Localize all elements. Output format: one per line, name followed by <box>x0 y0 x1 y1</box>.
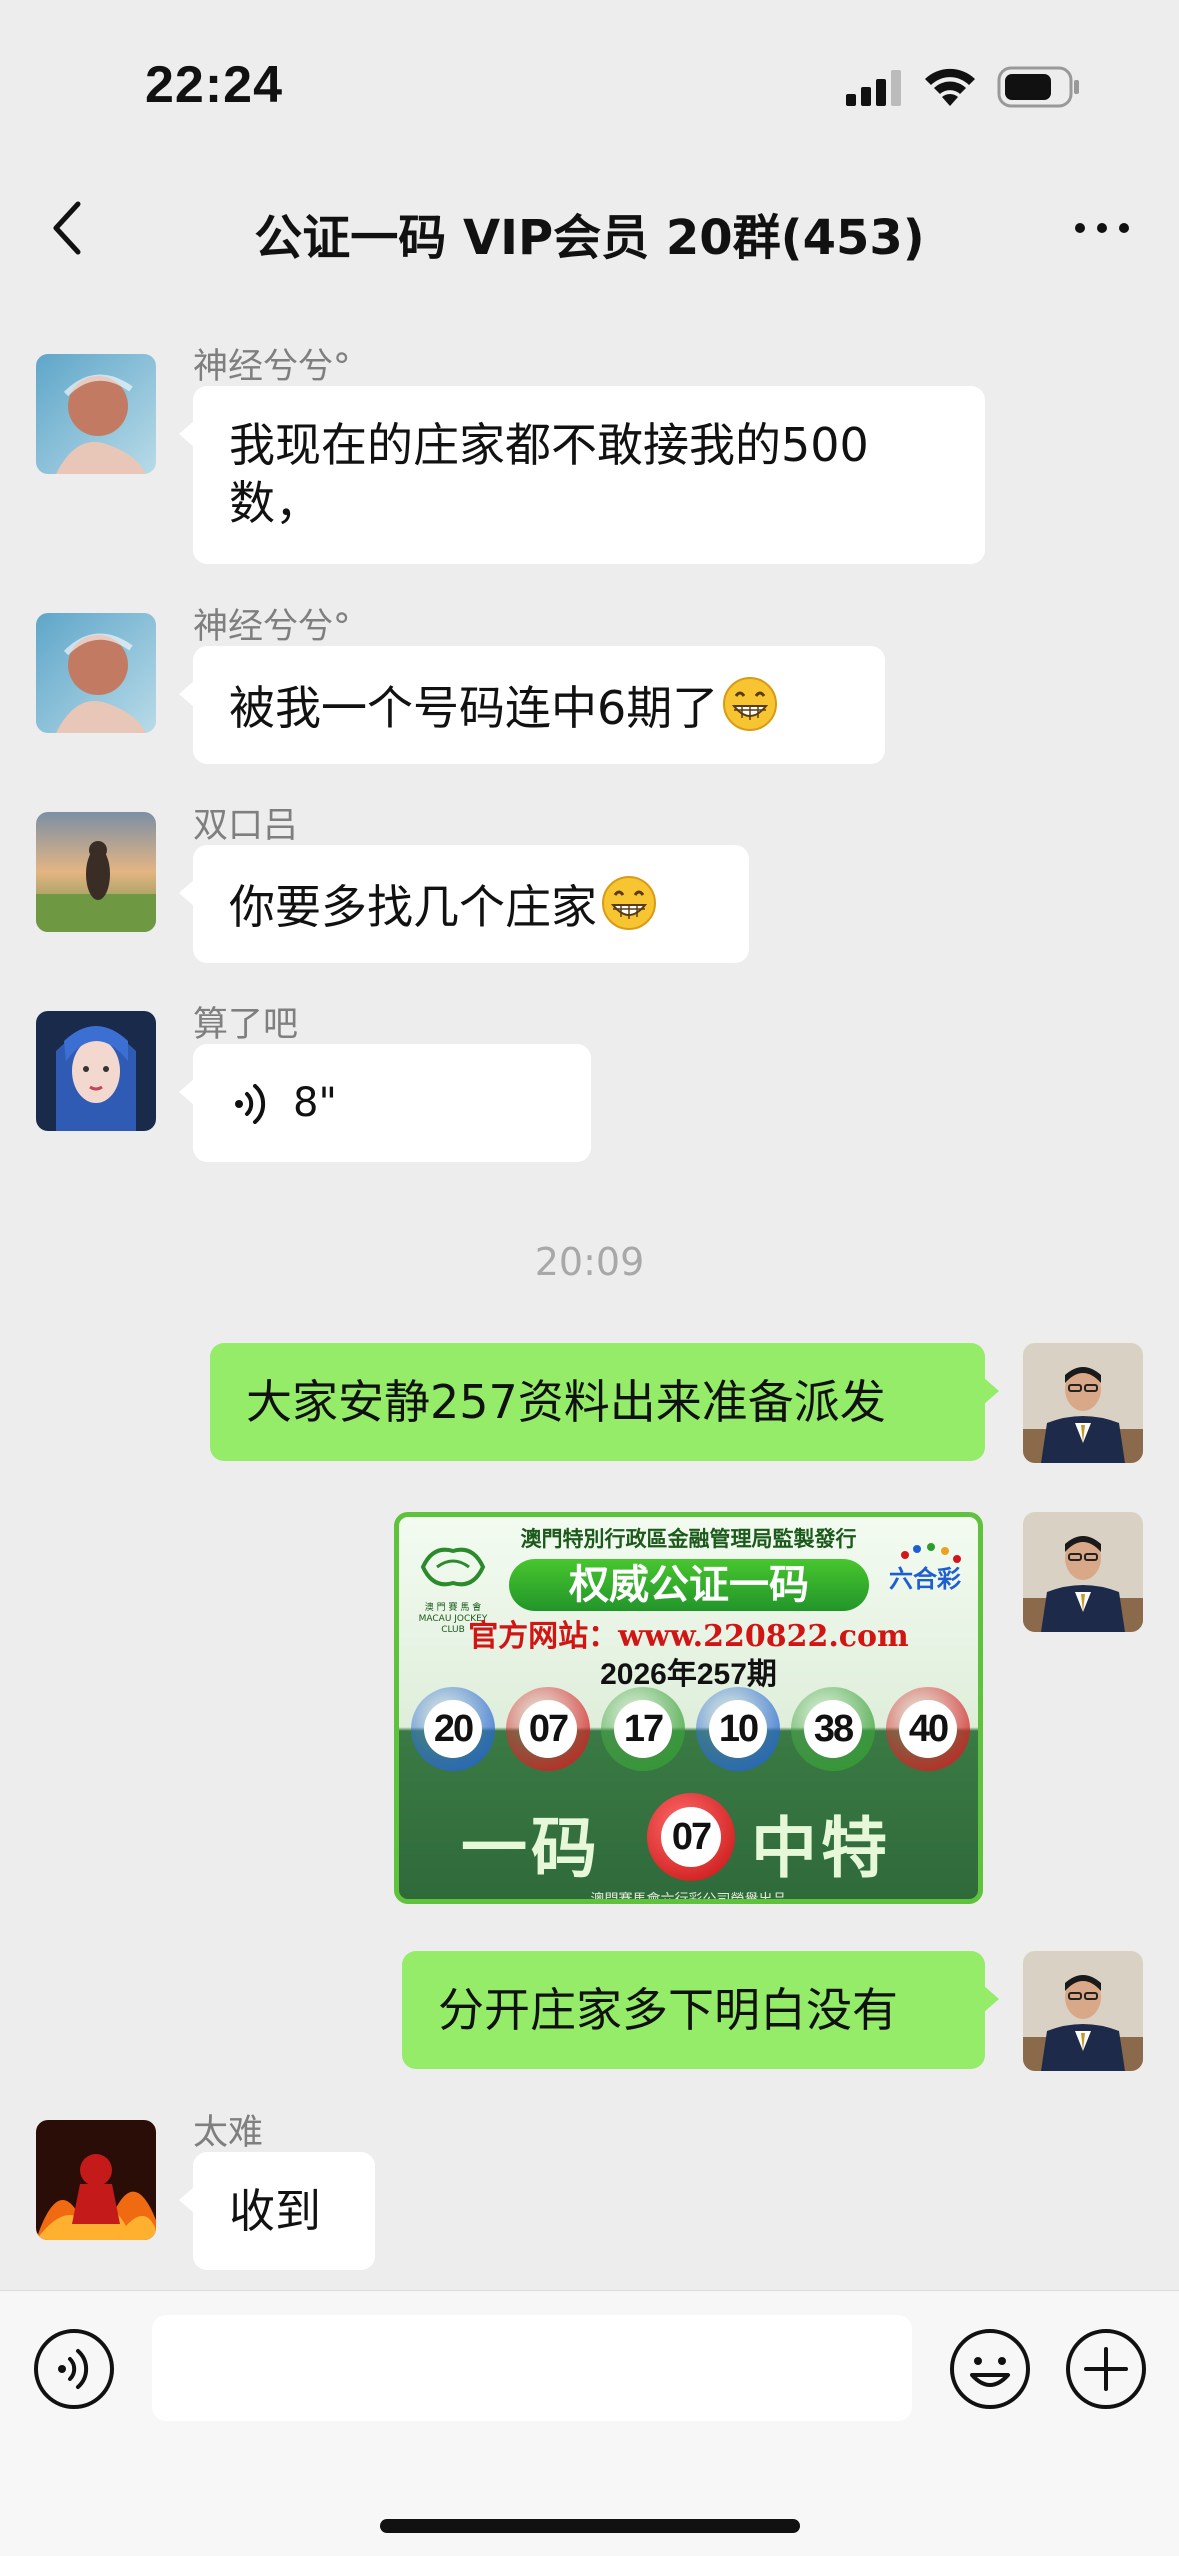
lottery-bottom-panel: 一码 07 中特 <box>399 1785 978 1887</box>
message-text: 我现在的庄家都不敢接我的500数， <box>229 418 869 530</box>
home-indicator <box>380 2519 800 2533</box>
ball-number: 38 <box>804 1700 862 1758</box>
time-divider: 20:09 <box>534 1240 645 1284</box>
status-time: 22:24 <box>145 56 283 114</box>
voice-wave-icon <box>235 1084 266 1124</box>
avatar-self[interactable] <box>1023 1343 1143 1463</box>
message-bubble-outgoing[interactable]: 分开庄家多下明白没有 <box>402 1951 999 2069</box>
lottery-ball: 10 <box>696 1687 780 1771</box>
lottery-special-ball: 07 <box>647 1793 735 1881</box>
message-text: 收到 <box>229 2184 321 2238</box>
wifi-icon <box>925 68 975 106</box>
message-text: 被我一个号码连中6期了 <box>229 681 719 735</box>
message-text: 分开庄家多下明白没有 <box>438 1983 898 2037</box>
jockey-club-logo-icon <box>420 1547 486 1587</box>
sender-name: 神经兮兮° <box>193 607 351 647</box>
avatar-sender-3[interactable] <box>36 812 156 932</box>
avatar-sender-4[interactable] <box>36 1011 156 1131</box>
special-number: 07 <box>661 1807 721 1867</box>
ball-number: 07 <box>519 1700 577 1758</box>
plus-icon[interactable] <box>1064 2327 1148 2411</box>
more-options-icon[interactable] <box>1072 218 1132 238</box>
battery-icon <box>997 66 1079 108</box>
ball-number: 40 <box>899 1700 957 1758</box>
message-bubble[interactable]: 我现在的庄家都不敢接我的500数， <box>179 386 985 564</box>
voice-duration: 8" <box>293 1080 337 1126</box>
brand-dots-icon: 六合彩 <box>889 1543 961 1593</box>
sender-name: 算了吧 <box>193 1005 299 1045</box>
avatar-sender-1[interactable] <box>36 354 156 474</box>
voice-message-bubble[interactable]: 8" <box>179 1044 591 1162</box>
lottery-footer: 澳門賽馬會六行彩公司榮譽出品 <box>590 1892 787 1904</box>
lottery-brand: 六合彩 <box>885 1543 975 1603</box>
avatar-self[interactable] <box>1023 1951 1143 2071</box>
lottery-right-word: 中特 <box>751 1809 891 1887</box>
message-bubble-outgoing[interactable]: 大家安静257资料出来准备派发 <box>210 1343 999 1461</box>
lottery-ball: 38 <box>791 1687 875 1771</box>
sender-name: 神经兮兮° <box>193 347 351 387</box>
lottery-image-message[interactable]: 澳門特別行政區金融管理局監製發行 澳 門 賽 馬 會 MACAU JOCKEY … <box>394 1512 983 1904</box>
message-bubble[interactable]: 被我一个号码连中6期了 <box>179 646 885 764</box>
ball-number: 10 <box>709 1700 767 1758</box>
lottery-left-word: 一码 <box>461 1809 601 1887</box>
lottery-ball: 40 <box>886 1687 970 1771</box>
lottery-ball: 17 <box>601 1687 685 1771</box>
avatar-self[interactable] <box>1023 1512 1143 1632</box>
brand-text: 六合彩 <box>889 1565 961 1593</box>
avatar-sender-2[interactable] <box>36 613 156 733</box>
sender-name: 双口吕 <box>193 806 299 846</box>
voice-input-icon[interactable] <box>32 2327 116 2411</box>
message-text: 大家安静257资料出来准备派发 <box>246 1375 886 1429</box>
chat-title: 公证一码 VIP会员 20群(453) <box>254 210 925 266</box>
lottery-banner: 权威公证一码 <box>509 1559 869 1611</box>
sender-name: 太难 <box>193 2113 264 2153</box>
message-bubble[interactable]: 你要多找几个庄家 <box>179 845 749 963</box>
lottery-ball: 20 <box>411 1687 495 1771</box>
message-text: 你要多找几个庄家 <box>229 880 597 934</box>
grin-emoji-icon <box>602 876 656 930</box>
emoji-icon[interactable] <box>948 2327 1032 2411</box>
ball-number: 17 <box>614 1700 672 1758</box>
lottery-ball: 07 <box>506 1687 590 1771</box>
lottery-balls: 20 07 17 10 38 40 <box>411 1687 971 1775</box>
status-bar: 22:24 <box>0 0 1179 170</box>
grin-emoji-icon <box>723 677 778 731</box>
avatar-sender-5[interactable] <box>36 2120 156 2240</box>
cellular-signal-icon <box>846 70 901 106</box>
ball-number: 20 <box>424 1700 482 1758</box>
nav-bar: 公证一码 VIP会员 20群(453) <box>0 170 1179 285</box>
message-input[interactable] <box>152 2315 912 2421</box>
message-bubble[interactable]: 收到 <box>179 2152 375 2270</box>
input-bar <box>0 2290 1179 2556</box>
